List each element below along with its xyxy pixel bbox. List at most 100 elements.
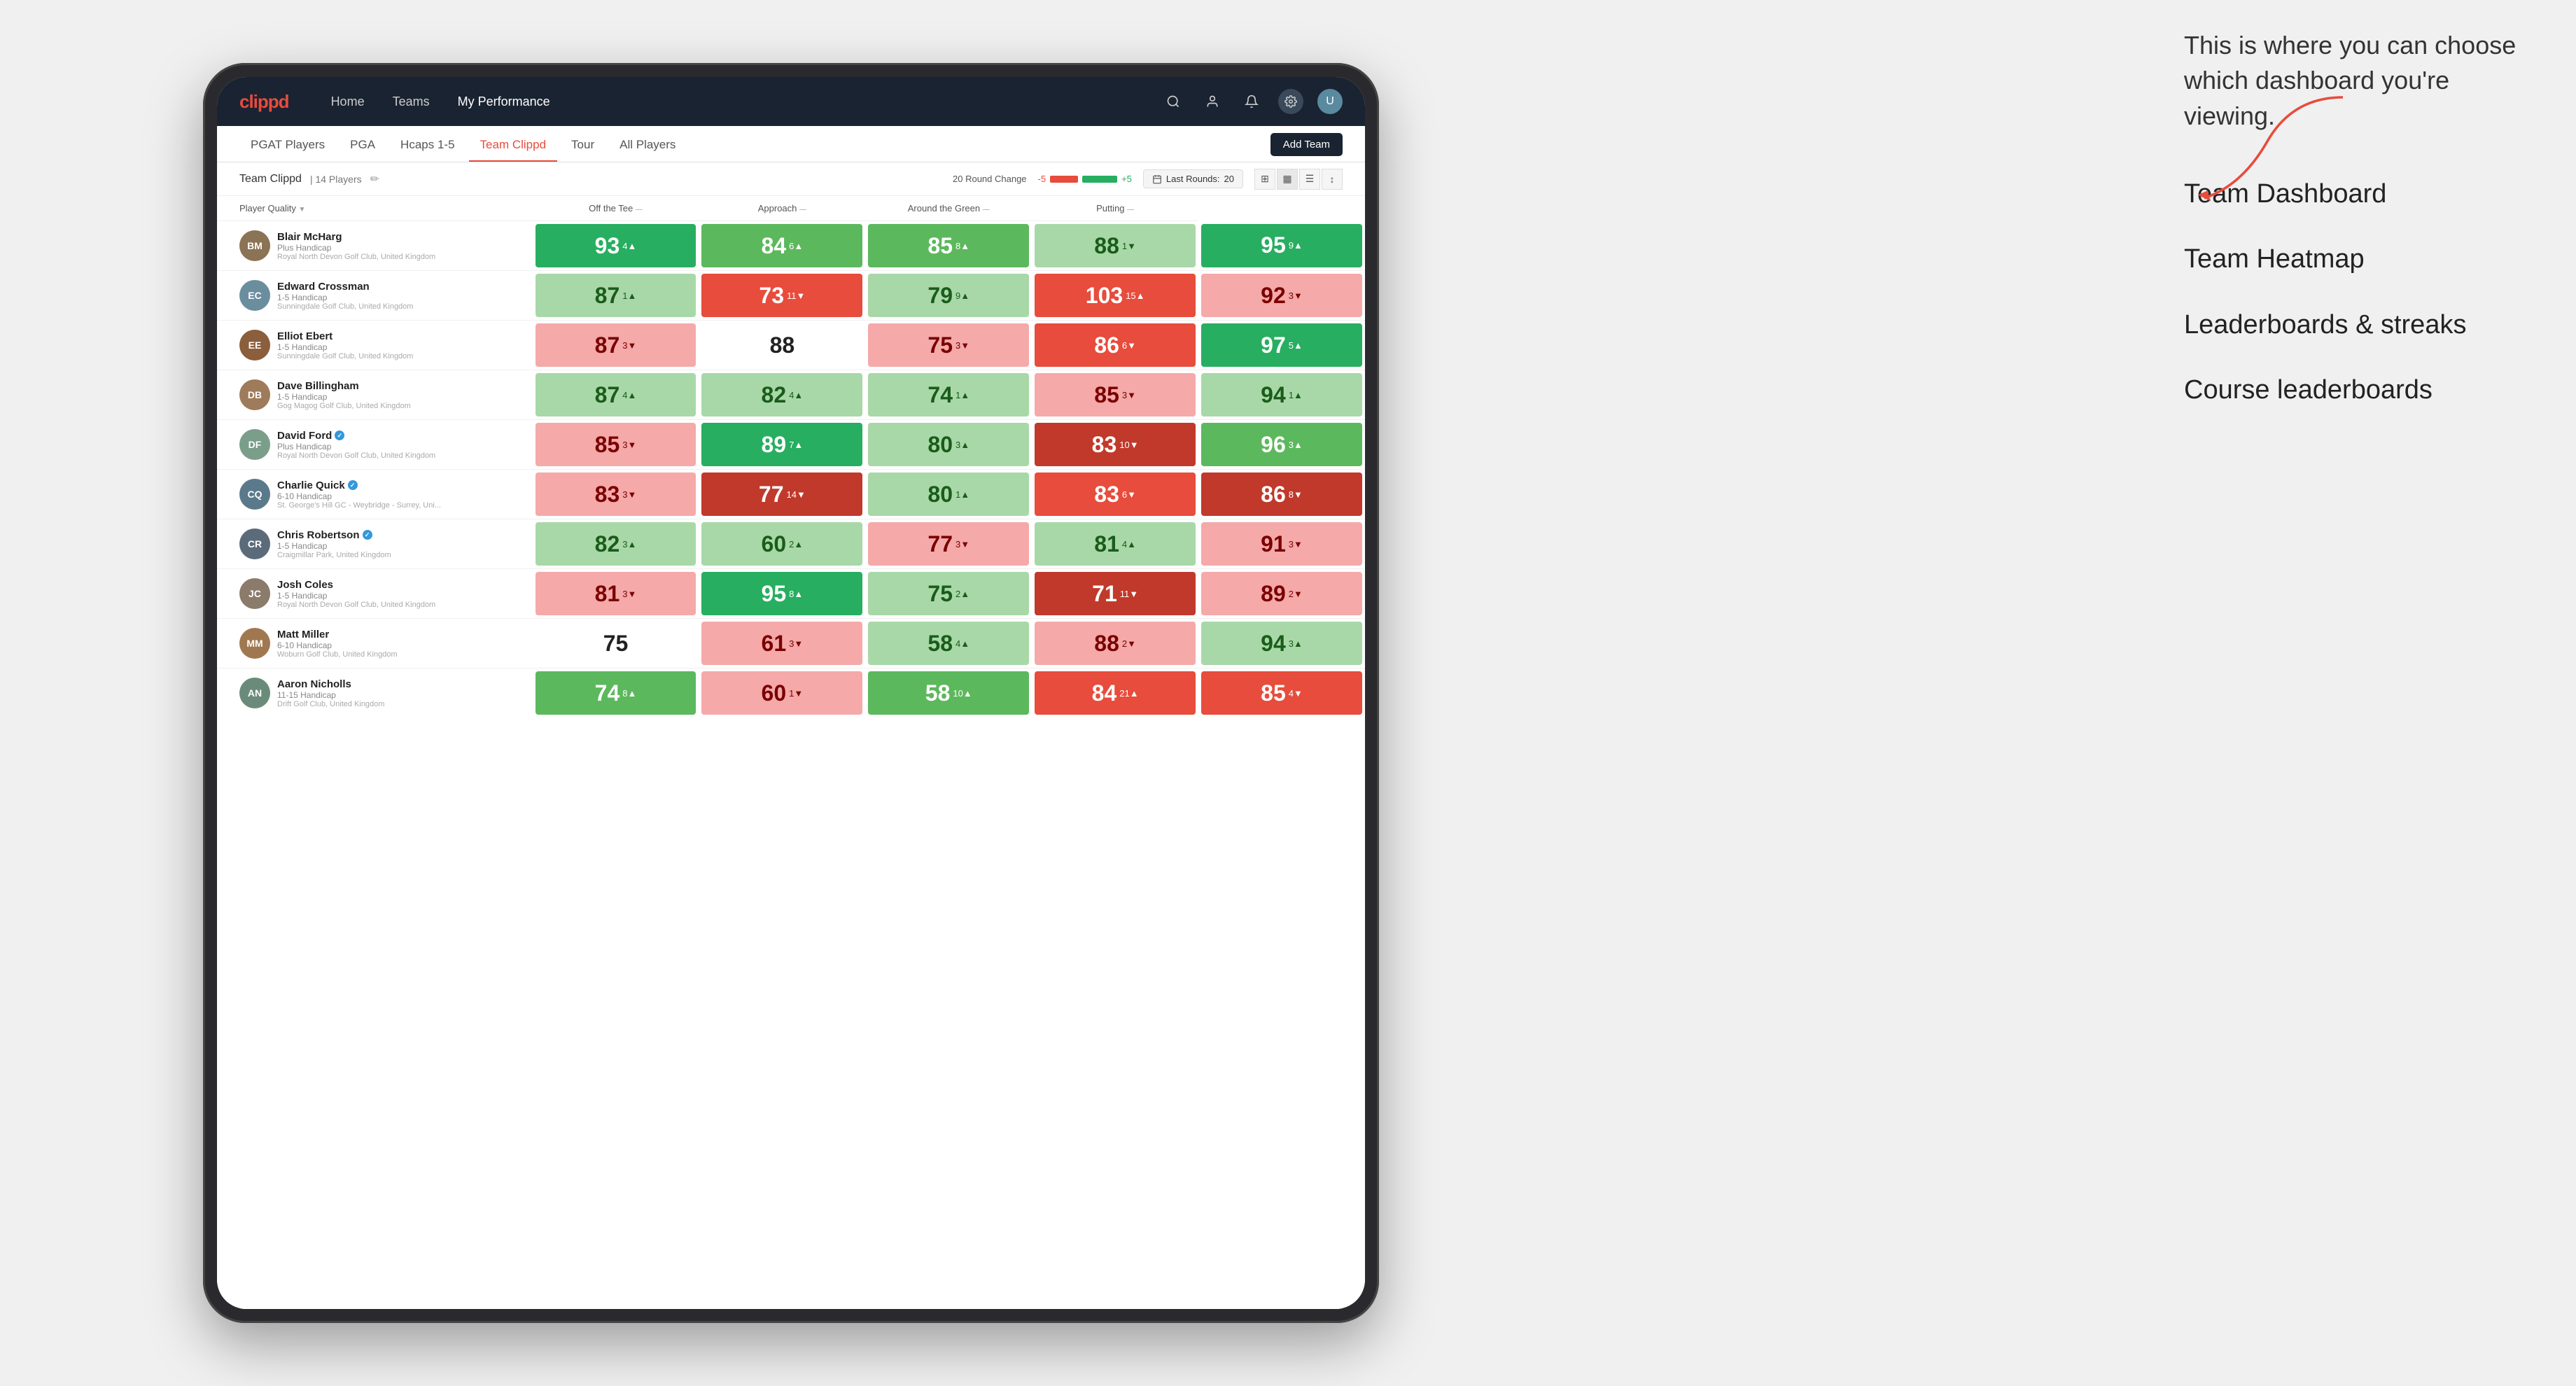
score-box: 58 10▲ (868, 671, 1029, 715)
player-name[interactable]: Josh Coles (277, 579, 531, 591)
score-cell-player-quality: 87 3▼ (533, 321, 699, 370)
score-box: 83 10▼ (1035, 423, 1196, 466)
player-info: BM Blair McHarg Plus Handicap Royal Nort… (239, 230, 531, 261)
option-leaderboards: Leaderboards & streaks (2184, 307, 2534, 344)
score-value: 60 (762, 531, 787, 557)
grid-view-button[interactable]: ⊞ (1254, 169, 1275, 190)
navbar-nav: Home Teams My Performance (317, 77, 1161, 126)
bell-icon[interactable] (1239, 89, 1264, 114)
score-cell-off-the-tee: 89 7▲ (699, 420, 865, 470)
last-rounds-label: Last Rounds: (1166, 174, 1220, 184)
score-change: 1▲ (1289, 390, 1303, 400)
nav-my-performance[interactable]: My Performance (444, 77, 564, 126)
add-team-button[interactable]: Add Team (1270, 133, 1343, 156)
table-row: CR Chris Robertson✓ 1-5 Handicap Craigmi… (217, 519, 1365, 569)
score-cell-player-quality: 82 3▲ (533, 519, 699, 569)
table-row: CQ Charlie Quick✓ 6-10 Handicap St. Geor… (217, 470, 1365, 519)
score-value: 79 (927, 283, 953, 309)
score-value: 89 (762, 432, 787, 458)
navbar: clippd Home Teams My Performance (217, 77, 1365, 126)
settings-icon[interactable] (1278, 89, 1303, 114)
score-cell-player-quality: 83 3▼ (533, 470, 699, 519)
score-change: 3▼ (1289, 290, 1303, 301)
score-change: 11▼ (787, 290, 805, 301)
score-cell-player-quality: 81 3▼ (533, 569, 699, 619)
tablet-frame: clippd Home Teams My Performance (203, 63, 1379, 1323)
score-cell-approach: 58 10▲ (865, 668, 1032, 718)
sort-button[interactable]: ↕ (1322, 169, 1343, 190)
score-cell-putting: 97 5▲ (1198, 321, 1365, 370)
score-value: 85 (595, 432, 620, 458)
th-player-quality: Player Quality ▼ (217, 196, 533, 221)
score-box: 103 15▲ (1035, 274, 1196, 317)
player-details: Charlie Quick✓ 6-10 Handicap St. George'… (277, 479, 531, 510)
score-value: 60 (762, 680, 787, 706)
heatmap-view-button[interactable]: ▦ (1277, 169, 1298, 190)
score-cell-player-quality: 85 3▼ (533, 420, 699, 470)
score-cell-putting: 94 1▲ (1198, 370, 1365, 420)
nav-home[interactable]: Home (317, 77, 379, 126)
score-value: 71 (1092, 581, 1117, 607)
score-change: 8▼ (1289, 489, 1303, 500)
player-handicap: Plus Handicap (277, 442, 531, 451)
player-avatar: JC (239, 578, 270, 609)
score-value: 94 (1261, 631, 1286, 657)
score-cell-player-quality: 87 1▲ (533, 271, 699, 321)
score-cell-around-the-green: 88 1▼ (1032, 221, 1198, 271)
table-header: Player Quality ▼ Off the Tee — Approach … (217, 196, 1365, 221)
player-name[interactable]: Chris Robertson✓ (277, 529, 531, 541)
score-change: 1▼ (1122, 241, 1136, 251)
score-cell-putting: 86 8▼ (1198, 470, 1365, 519)
subnav-tour[interactable]: Tour (560, 138, 606, 162)
subnav-hcaps[interactable]: Hcaps 1-5 (389, 138, 465, 162)
player-name[interactable]: Charlie Quick✓ (277, 479, 531, 491)
subnav-pga[interactable]: PGA (339, 138, 386, 162)
score-value: 82 (762, 382, 787, 408)
player-name[interactable]: Elliot Ebert (277, 330, 531, 342)
score-value: 97 (1261, 332, 1286, 358)
table-row: AN Aaron Nicholls 11-15 Handicap Drift G… (217, 668, 1365, 718)
score-cell-putting: 89 2▼ (1198, 569, 1365, 619)
subnav-pgat[interactable]: PGAT Players (239, 138, 336, 162)
search-icon[interactable] (1161, 89, 1186, 114)
score-change: 6▼ (1122, 489, 1136, 500)
user-icon[interactable] (1200, 89, 1225, 114)
last-rounds-button[interactable]: Last Rounds: 20 (1143, 169, 1243, 188)
score-box: 75 2▲ (868, 572, 1029, 615)
player-name[interactable]: Aaron Nicholls (277, 678, 531, 690)
user-avatar[interactable]: U (1317, 89, 1343, 114)
player-name[interactable]: Dave Billingham (277, 380, 531, 392)
score-change: 2▲ (789, 539, 803, 550)
verified-badge: ✓ (348, 480, 358, 490)
score-box: 60 2▲ (701, 522, 862, 566)
player-name[interactable]: Edward Crossman (277, 281, 531, 293)
score-cell-approach: 58 4▲ (865, 619, 1032, 668)
score-value: 87 (595, 283, 620, 309)
score-value: 95 (1261, 232, 1286, 258)
player-table: Player Quality ▼ Off the Tee — Approach … (217, 196, 1365, 718)
subnav-all-players[interactable]: All Players (608, 138, 687, 162)
player-details: David Ford✓ Plus Handicap Royal North De… (277, 430, 531, 460)
player-cell: EC Edward Crossman 1-5 Handicap Sunningd… (217, 271, 533, 321)
score-change: 2▼ (1122, 638, 1136, 649)
subnav-team-clippd[interactable]: Team Clippd (469, 138, 558, 162)
nav-teams[interactable]: Teams (379, 77, 444, 126)
player-info: DB Dave Billingham 1-5 Handicap Gog Mago… (239, 379, 531, 410)
player-club: Woburn Golf Club, United Kingdom (277, 650, 531, 659)
score-change: 4▲ (622, 241, 636, 251)
list-view-button[interactable]: ☰ (1299, 169, 1320, 190)
score-cell-player-quality: 87 4▲ (533, 370, 699, 420)
score-change: 4▲ (1122, 539, 1136, 550)
score-value: 83 (1092, 432, 1117, 458)
annotation-arrow (2149, 91, 2373, 217)
player-cell: AN Aaron Nicholls 11-15 Handicap Drift G… (217, 668, 533, 718)
score-value: 86 (1094, 332, 1119, 358)
score-cell-around-the-green: 83 6▼ (1032, 470, 1198, 519)
player-name[interactable]: David Ford✓ (277, 430, 531, 442)
score-box: 77 3▼ (868, 522, 1029, 566)
score-change: 2▼ (1289, 589, 1303, 599)
player-name[interactable]: Matt Miller (277, 629, 531, 640)
score-box: 79 9▲ (868, 274, 1029, 317)
edit-team-icon[interactable]: ✏ (370, 172, 379, 186)
player-name[interactable]: Blair McHarg (277, 231, 531, 243)
